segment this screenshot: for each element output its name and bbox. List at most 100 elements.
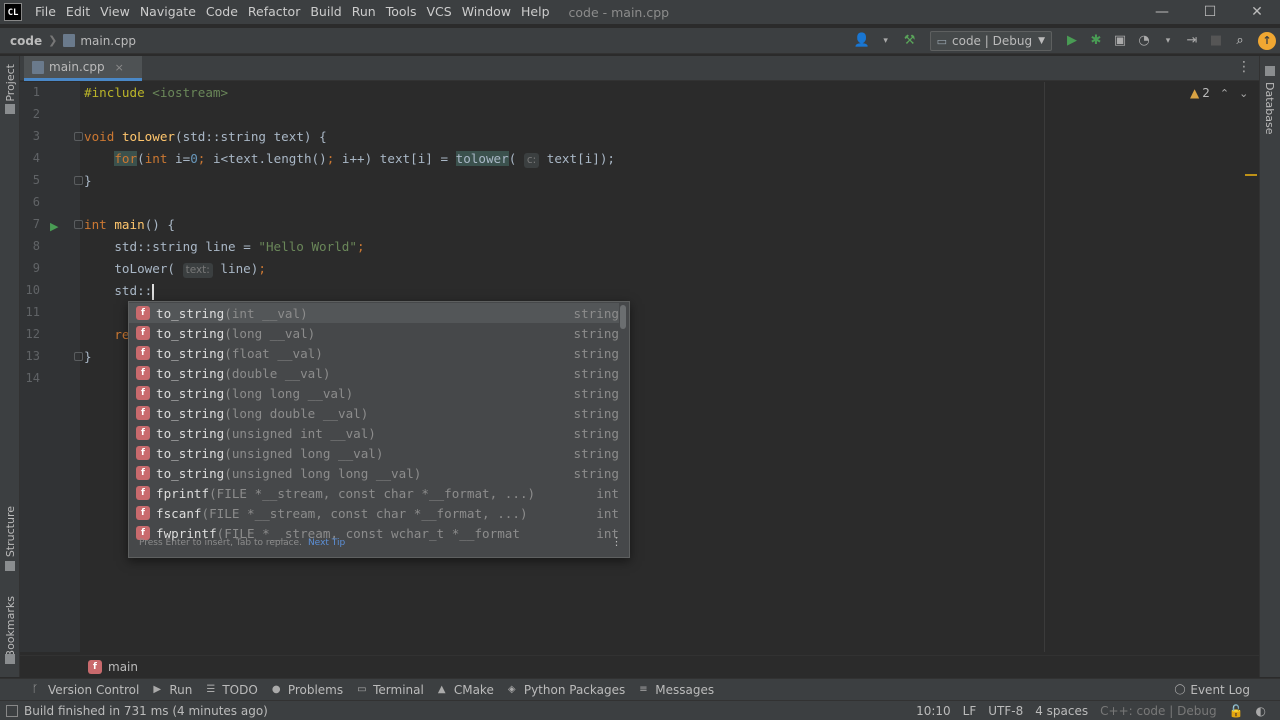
hammer-icon[interactable]: ⚒ (899, 30, 921, 52)
right-tool-stripe: Database (1259, 56, 1280, 677)
close-window-button[interactable]: ✕ (1234, 0, 1280, 24)
tool-terminal[interactable]: ▭ Terminal (357, 683, 424, 697)
run-configuration-select[interactable]: ▭ code | Debug ▼ (929, 31, 1052, 51)
function-icon: f (136, 466, 150, 480)
menu-refactor[interactable]: Refactor (243, 0, 305, 24)
debug-icon[interactable]: ✱ (1085, 30, 1107, 52)
user-icon[interactable]: 👤 (851, 30, 873, 52)
menu-code[interactable]: Code (201, 0, 243, 24)
tool-python-packages[interactable]: ◈ Python Packages (508, 683, 625, 697)
completion-item[interactable]: f to_string (float __val) string (129, 343, 619, 363)
coverage-icon[interactable]: ▣ (1109, 30, 1131, 52)
next-tip-link[interactable]: Next Tip (308, 538, 345, 548)
more-vertical-icon[interactable]: ⋮ (1237, 59, 1251, 75)
completion-item[interactable]: f fprintf (FILE *__stream, const char *__f… (129, 483, 619, 503)
completion-scrollbar[interactable] (620, 305, 626, 329)
update-icon[interactable]: ↑ (1258, 32, 1276, 50)
breadcrumb-project[interactable]: code (10, 34, 42, 48)
menu-file[interactable]: File (30, 0, 61, 24)
line-separator[interactable]: LF (963, 704, 977, 718)
tool-cmake[interactable]: ▲ CMake (438, 683, 494, 697)
chevron-down-icon[interactable]: ⌄ (1239, 87, 1248, 100)
breadcrumb-function[interactable]: main (108, 660, 138, 674)
completion-name: fprintf (156, 485, 210, 501)
tool-messages[interactable]: ≡ Messages (639, 683, 714, 697)
maximize-button[interactable]: ☐ (1187, 0, 1233, 24)
code-line-8: std::string line = "Hello World"; (84, 239, 365, 254)
editor-breadcrumbs: f main (20, 655, 1259, 677)
tool-run[interactable]: ▶ Run (153, 683, 192, 697)
fold-icon[interactable] (74, 220, 83, 229)
event-log-button[interactable]: ◯ Event Log (1174, 679, 1250, 701)
memory-icon[interactable]: ◐ (1256, 704, 1266, 718)
menu-navigate[interactable]: Navigate (135, 0, 201, 24)
function-icon: f (136, 326, 150, 340)
run-icon[interactable]: ▶ (1061, 30, 1083, 52)
profile-icon[interactable]: ◔ (1133, 30, 1155, 52)
status-message[interactable]: Build finished in 731 ms (4 minutes ago) (24, 704, 268, 718)
code-line-5: } (84, 173, 92, 188)
fold-icon[interactable] (74, 132, 83, 141)
close-tab-icon[interactable]: × (115, 61, 124, 74)
menu-tools[interactable]: Tools (381, 0, 422, 24)
tool-version-control[interactable]: ᚴ Version Control (32, 683, 139, 697)
completion-item[interactable]: f to_string (unsigned int __val) string (129, 423, 619, 443)
chevron-up-icon[interactable]: ⌃ (1220, 87, 1229, 100)
code-line-10: std:: (84, 283, 155, 300)
warning-stripe-marker[interactable] (1245, 174, 1257, 176)
completion-item[interactable]: f to_string (unsigned long __val) string (129, 443, 619, 463)
function-icon: f (136, 506, 150, 520)
structure-tool-tab[interactable]: Structure (4, 506, 17, 557)
left-tool-stripe: Project Structure Bookmarks (0, 56, 20, 677)
minimize-button[interactable]: — (1139, 0, 1185, 24)
database-tool-tab[interactable]: Database (1263, 82, 1276, 135)
search-icon[interactable]: ⌕ (1229, 30, 1251, 52)
problems-icon: ● (271, 683, 281, 695)
caret-position[interactable]: 10:10 (916, 704, 951, 718)
more-vertical-icon[interactable]: ⋮ (611, 535, 622, 548)
inspection-widget[interactable]: ▲ 2 ⌃ ⌄ (1190, 86, 1248, 100)
completion-item[interactable]: f to_string (unsigned long long __val) stri… (129, 463, 619, 483)
project-tool-tab[interactable]: Project (4, 64, 17, 102)
menu-view[interactable]: View (95, 0, 135, 24)
attach-icon[interactable]: ⇥ (1181, 30, 1203, 52)
file-encoding[interactable]: UTF-8 (988, 704, 1023, 718)
run-icon: ▶ (153, 683, 162, 695)
fold-icon[interactable] (74, 352, 83, 361)
menu-help[interactable]: Help (516, 0, 555, 24)
completion-item[interactable]: f to_string (int __val) string (129, 303, 619, 323)
completion-item[interactable]: f to_string (long long __val) string (129, 383, 619, 403)
breadcrumb-file[interactable]: main.cpp (80, 34, 136, 48)
completion-item[interactable]: f fscanf (FILE *__stream, const char *__fo… (129, 503, 619, 523)
resolve-context[interactable]: C++: code | Debug (1100, 704, 1216, 718)
lock-icon[interactable]: 🔓 (1229, 704, 1244, 718)
warning-icon: ▲ (1190, 86, 1200, 100)
completion-type: int (596, 505, 619, 521)
indent-setting[interactable]: 4 spaces (1035, 704, 1088, 718)
run-gutter-icon[interactable]: ▶ (50, 220, 58, 233)
completion-params: (unsigned long __val) (224, 445, 384, 461)
menu-build[interactable]: Build (305, 0, 346, 24)
completion-params: (float __val) (224, 345, 323, 361)
completion-item[interactable]: f to_string (long double __val) string (129, 403, 619, 423)
tab-main-cpp[interactable]: main.cpp × (24, 56, 142, 81)
menu-edit[interactable]: Edit (61, 0, 95, 24)
bookmarks-tool-tab[interactable]: Bookmarks (4, 596, 17, 657)
chevron-down-icon[interactable]: ▾ (875, 30, 897, 52)
menu-window[interactable]: Window (457, 0, 516, 24)
completion-item[interactable]: f to_string (double __val) string (129, 363, 619, 383)
fold-icon[interactable] (74, 176, 83, 185)
completion-name: fscanf (156, 505, 202, 521)
line-number: 11 (25, 305, 40, 319)
completion-item[interactable]: f to_string (long __val) string (129, 323, 619, 343)
tool-todo[interactable]: ☰ TODO (206, 683, 257, 697)
chevron-down-icon[interactable]: ▾ (1157, 30, 1179, 52)
messages-icon: ≡ (639, 683, 648, 695)
line-number: 7 (32, 217, 40, 231)
menu-run[interactable]: Run (347, 0, 381, 24)
status-panel-icon[interactable] (6, 704, 18, 717)
stop-icon[interactable]: ■ (1205, 30, 1227, 52)
tool-problems[interactable]: ● Problems (272, 683, 343, 697)
line-number: 2 (32, 107, 40, 121)
menu-vcs[interactable]: VCS (422, 0, 457, 24)
